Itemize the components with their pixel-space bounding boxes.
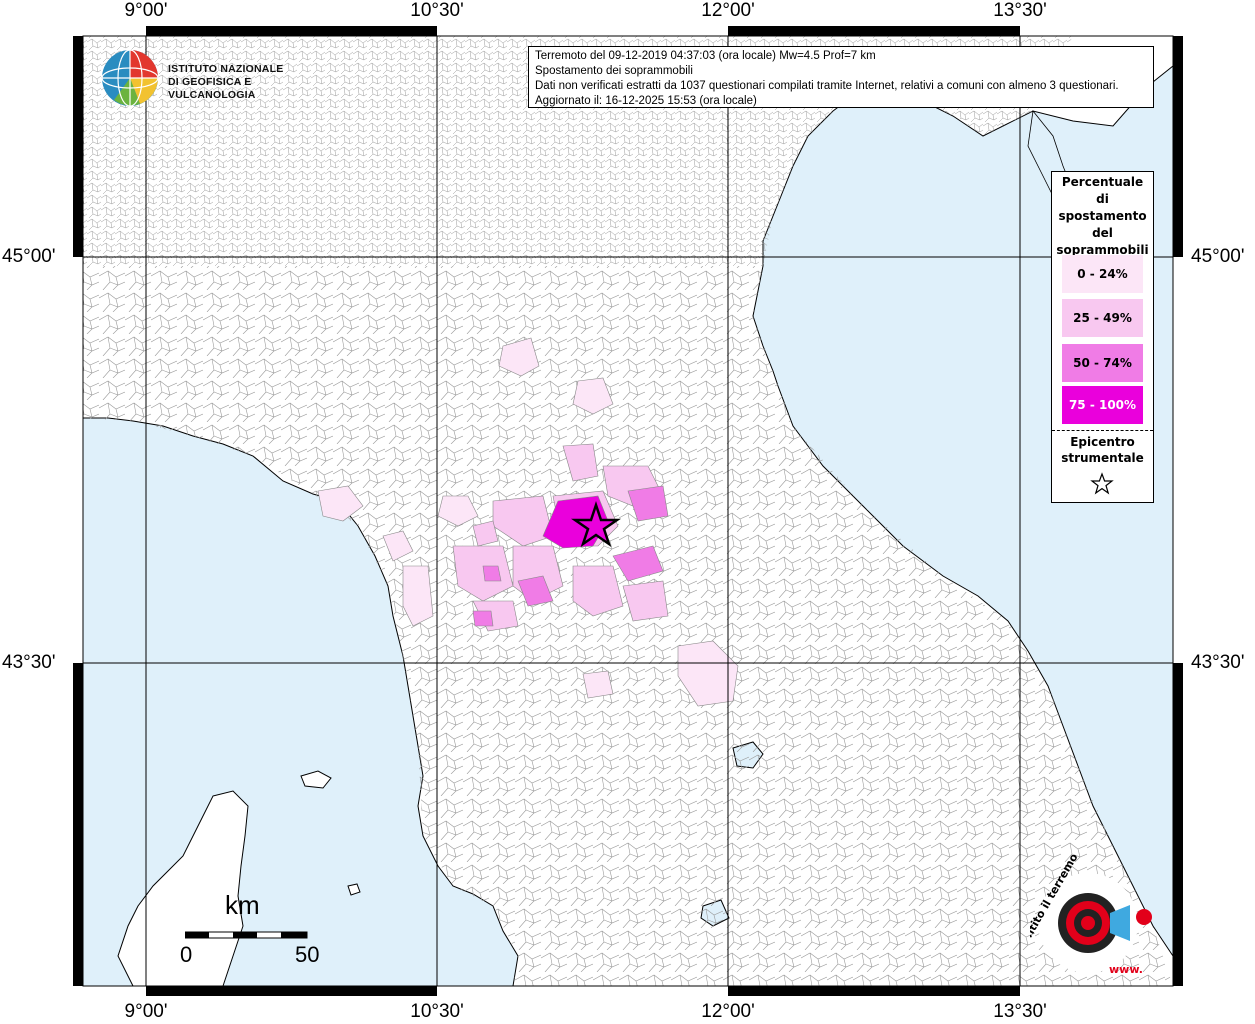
lat-label-right-45: 45°00' — [1191, 246, 1245, 267]
legend-class-50-74: 50 - 74% — [1062, 344, 1143, 382]
lon-label-top-13-30: 13°30' — [993, 0, 1047, 21]
star-icon — [1090, 472, 1114, 495]
scale-max-label: 50 — [295, 942, 320, 967]
lat-label-right-43-30: 43°30' — [1191, 652, 1245, 673]
haisentito-logo: hai sentito il terremoto.it www. — [1004, 829, 1170, 985]
lon-label-bottom-13-30: 13°30' — [993, 1001, 1047, 1022]
event-info-box: Terremoto del 09-12-2019 04:37:03 (ora l… — [528, 46, 1154, 108]
legend-epicenter-label: Epicentro strumentale — [1061, 435, 1144, 465]
globe-icon — [101, 49, 159, 107]
legend-separator — [1052, 430, 1153, 431]
map-subject: Spostamento dei soprammobili — [535, 65, 693, 77]
target-icon: hai sentito il terremoto.it www. — [1004, 829, 1152, 976]
scale-min-label: 0 — [180, 942, 193, 967]
ingv-name-line1: ISTITUTO NAZIONALE — [168, 63, 284, 75]
hs-logo-url: www. — [1109, 963, 1143, 976]
lat-label-left-43-30: 43°30' — [2, 652, 56, 673]
legend-class-75-100: 75 - 100% — [1062, 386, 1143, 424]
map-area[interactable] — [73, 26, 1183, 996]
lon-label-top-10-30: 10°30' — [410, 0, 464, 21]
legend-title: Percentuale di spostamento del soprammob… — [1056, 175, 1149, 257]
lon-label-top-12: 12°00' — [701, 0, 755, 21]
lon-label-bottom-12: 12°00' — [701, 1001, 755, 1022]
event-title: Terremoto del 09-12-2019 04:37:03 (ora l… — [535, 50, 876, 62]
lon-label-bottom-10-30: 10°30' — [410, 1001, 464, 1022]
data-source-note: Dati non verificati estratti da 1037 que… — [535, 80, 1119, 92]
legend-class-25-49: 25 - 49% — [1062, 299, 1143, 337]
lon-label-top-9: 9°00' — [124, 0, 168, 21]
scale-bar-graphic — [185, 931, 308, 939]
update-timestamp: Aggiornato il: 16-12-2025 15:53 (ora loc… — [535, 95, 757, 107]
ingv-name-line2: DI GEOFISICA E VULCANOLOGIA — [168, 76, 256, 101]
lon-label-bottom-9: 9°00' — [124, 1001, 168, 1022]
legend: Percentuale di spostamento del soprammob… — [1051, 171, 1154, 503]
scale-bar: km 0 50 — [180, 890, 330, 970]
lat-label-left-45: 45°00' — [2, 246, 56, 267]
scale-unit: km — [225, 890, 260, 920]
ingv-logo: ISTITUTO NAZIONALE DI GEOFISICA E VULCAN… — [100, 48, 320, 108]
legend-class-0-24: 0 - 24% — [1062, 255, 1143, 293]
map-canvas — [73, 26, 1183, 996]
